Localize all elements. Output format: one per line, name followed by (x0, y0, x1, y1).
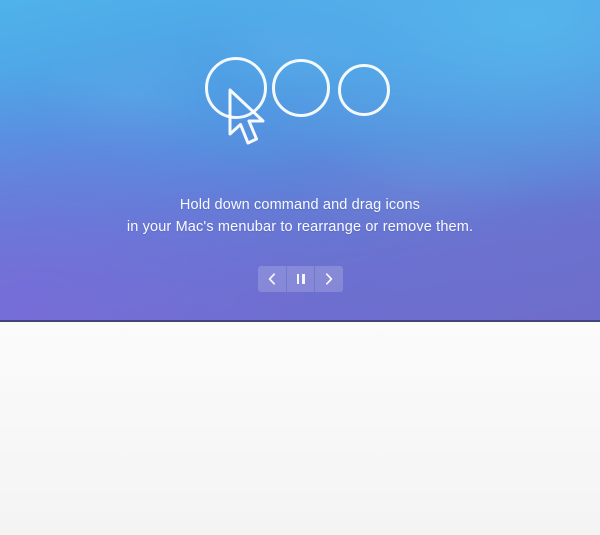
hero-banner: Hold down command and drag icons in your… (0, 0, 600, 322)
hero-instruction-text: Hold down command and drag icons in your… (0, 194, 600, 238)
hero-nav-segmented-control[interactable] (258, 266, 343, 292)
pause-icon (296, 274, 305, 284)
hero-line-1: Hold down command and drag icons (179, 197, 421, 213)
hero-line-2: in your Mac's menubar to rearrange or re… (126, 219, 474, 235)
chevron-left-icon (268, 273, 276, 285)
next-slide-button[interactable] (315, 266, 343, 292)
pause-slideshow-button[interactable] (286, 266, 316, 292)
chevron-right-icon (325, 273, 333, 285)
preferences-panel: Menubar Skin Menubar Graphs O (0, 322, 600, 535)
preferences-window: Hold down command and drag icons in your… (0, 0, 600, 535)
mouse-pointer-icon (225, 88, 273, 150)
prev-slide-button[interactable] (258, 266, 287, 292)
ring-icon-3 (338, 64, 390, 116)
menubar-icon-rings (0, 57, 600, 142)
ring-icon-2 (272, 59, 330, 117)
